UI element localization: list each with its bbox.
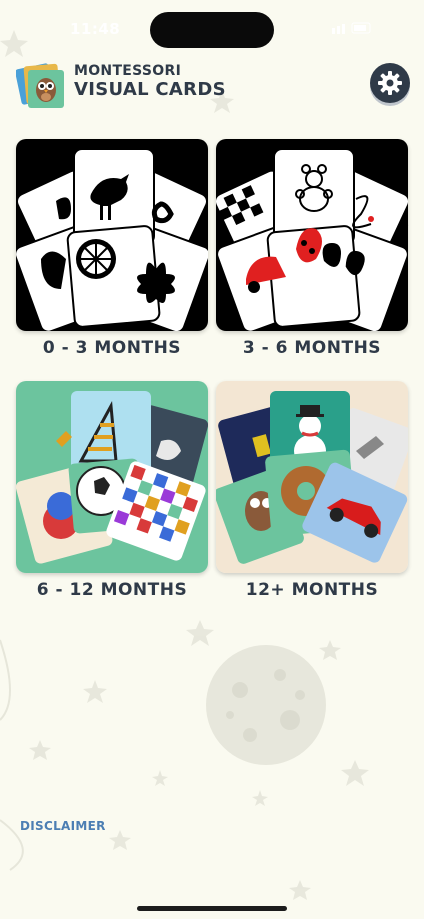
app-title-line2: VISUAL CARDS [74, 79, 226, 100]
app-title: MONTESSORI VISUAL CARDS [74, 63, 226, 101]
app-screen: 11:48 MONTESSORI VISUAL CARDS 0 - 3 MONT… [0, 0, 424, 919]
category-label: 0 - 3 MONTHS [42, 338, 182, 358]
settings-button[interactable] [370, 63, 410, 103]
category-label: 6 - 12 MONTHS [36, 580, 188, 600]
category-label: 12+ MONTHS [245, 580, 379, 600]
category-card-0-3-months[interactable] [16, 139, 208, 331]
status-icons [332, 22, 371, 34]
category-card-3-6-months[interactable] [216, 139, 408, 331]
color-cards-illustration [16, 381, 208, 573]
category-card-6-12-months[interactable] [16, 381, 208, 573]
category-3-6-months[interactable]: 3 - 6 MONTHS [216, 139, 408, 358]
status-bar: 11:48 [0, 0, 424, 56]
category-label: 3 - 6 MONTHS [242, 338, 382, 358]
bw-red-cards-illustration [216, 139, 408, 331]
category-12-plus-months[interactable]: 12+ MONTHS [216, 381, 408, 600]
category-6-12-months[interactable]: 6 - 12 MONTHS [16, 381, 208, 600]
category-card-12-plus-months[interactable] [216, 381, 408, 573]
gear-icon [378, 71, 402, 95]
dynamic-island [150, 12, 274, 48]
home-indicator[interactable] [137, 906, 287, 911]
bw-cards-illustration [16, 139, 208, 331]
app-header: MONTESSORI VISUAL CARDS [16, 60, 410, 112]
category-0-3-months[interactable]: 0 - 3 MONTHS [16, 139, 208, 358]
owl-cards-logo-icon [16, 63, 64, 108]
disclaimer-link[interactable]: DISCLAIMER [20, 819, 106, 833]
status-time: 11:48 [70, 20, 121, 38]
realistic-cards-illustration [216, 381, 408, 573]
app-title-line1: MONTESSORI [74, 63, 182, 79]
